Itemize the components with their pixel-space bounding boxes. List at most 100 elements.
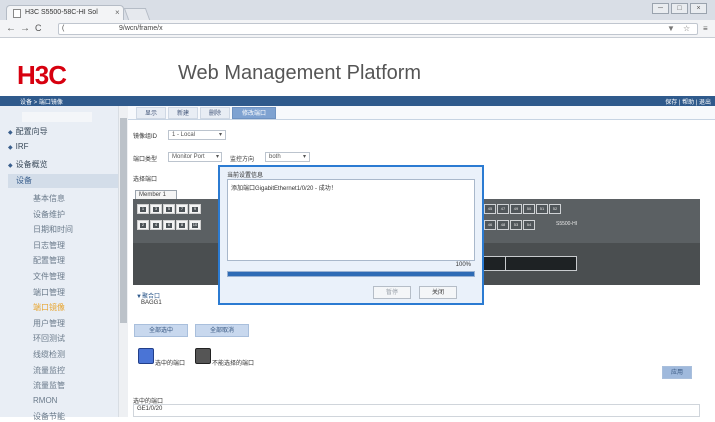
tab-display[interactable]: 显示	[136, 107, 166, 119]
top-links[interactable]: 保存 | 帮助 | 退出	[665, 97, 711, 106]
switch-port[interactable]: 45	[484, 204, 496, 214]
switch-port[interactable]: 10	[189, 220, 201, 230]
switch-port[interactable]: 4	[150, 220, 162, 230]
sidebar-subitem[interactable]: 流量监管	[33, 380, 65, 391]
sidebar-subitem[interactable]: 端口管理	[33, 287, 65, 298]
switch-port[interactable]: 7	[176, 204, 188, 214]
group-id-value: 1 - Local	[172, 132, 196, 138]
sidebar-subitem[interactable]: 环回测试	[33, 333, 65, 344]
port-number: 9	[193, 206, 197, 211]
port-type-select[interactable]: Monitor Port ▾	[168, 152, 222, 162]
switch-port[interactable]: 52	[549, 204, 561, 214]
aggregate-label[interactable]: ▼聚合口	[136, 291, 160, 300]
url-text: 9/wcn/frame/x	[119, 25, 163, 32]
bullet-icon: ◆	[8, 130, 13, 136]
deselect-all-button[interactable]: 全部取消	[195, 324, 249, 337]
tab-delete[interactable]: 删除	[200, 107, 230, 119]
switch-port[interactable]: 54	[523, 220, 535, 230]
close-window-button[interactable]: ×	[690, 3, 707, 14]
sidebar-subitem[interactable]: 端口镜像	[33, 302, 65, 313]
switch-port[interactable]: 49	[510, 204, 522, 214]
sfp-slot[interactable]	[505, 256, 577, 271]
browser-toolbar: ← → C ( 9/wcn/frame/x ▼ ☆ ≡	[0, 20, 715, 38]
switch-port[interactable]: 51	[536, 204, 548, 214]
sidebar-group-device[interactable]: 设备	[8, 174, 118, 188]
sidebar-item-label: IRF	[15, 142, 29, 151]
bullet-icon: ◆	[8, 145, 13, 151]
tab-modify-port[interactable]: 修改端口	[232, 107, 276, 119]
filter-icon[interactable]: ▼	[667, 24, 675, 33]
menu-icon[interactable]: ≡	[703, 24, 708, 33]
port-number: 4	[154, 222, 158, 227]
switch-port[interactable]: 8	[176, 220, 188, 230]
sidebar-subitem[interactable]: 配置管理	[33, 255, 65, 266]
switch-port[interactable]: 53	[510, 220, 522, 230]
selected-ports-field[interactable]: GE1/0/20	[133, 404, 700, 417]
port-type-value: Monitor Port	[172, 154, 205, 160]
group-id-select[interactable]: 1 - Local ▾	[168, 130, 226, 140]
legend-unselectable-label: 不能选择的端口	[212, 361, 255, 367]
close-button[interactable]: 关闭	[419, 286, 457, 299]
sidebar-item-irf[interactable]: ◆ IRF	[8, 139, 118, 154]
switch-port[interactable]: 1	[137, 204, 149, 214]
address-bar[interactable]: ( 9/wcn/frame/x ▼ ☆	[58, 23, 698, 35]
switch-port[interactable]: 5	[163, 204, 175, 214]
switch-port[interactable]: 46	[484, 220, 496, 230]
minimize-button[interactable]: ─	[652, 3, 669, 14]
progress-bar	[227, 271, 475, 277]
switch-port[interactable]: 6	[163, 220, 175, 230]
sidebar-item-label: 设备概览	[15, 160, 48, 169]
progress-percent: 100%	[455, 262, 471, 268]
settings-dialog: 当前设置信息 添加端口GigabitEthernet1/0/20 - 成功！ 1…	[218, 165, 484, 305]
aggregate-value[interactable]: BAGG1	[141, 300, 162, 306]
forward-icon[interactable]: →	[20, 23, 30, 34]
reload-icon[interactable]: C	[35, 23, 42, 33]
select-all-button[interactable]: 全部选中	[134, 324, 188, 337]
selected-ports-value: GE1/0/20	[137, 406, 163, 412]
tab-close-icon[interactable]: ×	[115, 8, 120, 17]
browser-tab[interactable]: H3C S5500-58C-HI Sol ×	[6, 5, 124, 21]
port-number: 5	[167, 206, 171, 211]
tab-new[interactable]: 新建	[168, 107, 198, 119]
sidebar-scrollbar[interactable]	[118, 106, 128, 417]
pause-button[interactable]: 暂停	[373, 286, 411, 299]
legend-selected-label: 选中的端口	[155, 361, 186, 367]
port-number: 49	[513, 206, 519, 211]
switch-port[interactable]: 48	[497, 220, 509, 230]
dialog-log[interactable]: 添加端口GigabitEthernet1/0/20 - 成功！	[227, 179, 475, 261]
sidebar-subitem[interactable]: 线缆检测	[33, 349, 65, 360]
bookmark-star-icon[interactable]: ☆	[683, 24, 690, 33]
dialog-message: 添加端口GigabitEthernet1/0/20 - 成功！	[231, 186, 337, 192]
sidebar-subitem[interactable]: RMON	[33, 396, 57, 405]
new-tab-button[interactable]	[123, 8, 151, 20]
switch-port[interactable]: 47	[497, 204, 509, 214]
switch-port[interactable]: 3	[150, 204, 162, 214]
sidebar-item-label: 配置向导	[15, 127, 48, 136]
sidebar-item-overview[interactable]: ◆ 设备概览	[8, 157, 118, 172]
port-number: 47	[500, 206, 506, 211]
sidebar-subitem[interactable]: 日志管理	[33, 240, 65, 251]
port-number: 50	[526, 206, 532, 211]
sidebar-subitem[interactable]: 日期和时间	[33, 224, 73, 235]
apply-button[interactable]: 应用	[662, 366, 692, 379]
sidebar-subitem[interactable]: 文件管理	[33, 271, 65, 282]
progress-fill	[228, 272, 474, 276]
port-number: 6	[167, 222, 171, 227]
member-tab[interactable]: Member 1	[135, 190, 177, 199]
back-icon[interactable]: ←	[6, 23, 16, 34]
switch-port[interactable]: 2	[137, 220, 149, 230]
page-icon	[13, 9, 21, 18]
switch-port[interactable]: 50	[523, 204, 535, 214]
sidebar-subitem[interactable]: 用户管理	[33, 318, 65, 329]
chevron-down-icon: ▾	[218, 132, 222, 138]
sidebar-item-wizard[interactable]: ◆ 配置向导	[8, 124, 118, 139]
sidebar-subitem[interactable]: 流量监控	[33, 365, 65, 376]
dialog-title: 当前设置信息	[227, 173, 264, 179]
direction-select[interactable]: both ▾	[265, 152, 310, 162]
scrollbar-thumb[interactable]	[120, 118, 127, 323]
switch-port[interactable]: 9	[189, 204, 201, 214]
maximize-button[interactable]: □	[671, 3, 688, 14]
sidebar-subitem[interactable]: 设备维护	[33, 209, 65, 220]
sidebar-subitem[interactable]: 基本信息	[33, 193, 65, 204]
direction-label: 监控方向	[230, 157, 255, 163]
